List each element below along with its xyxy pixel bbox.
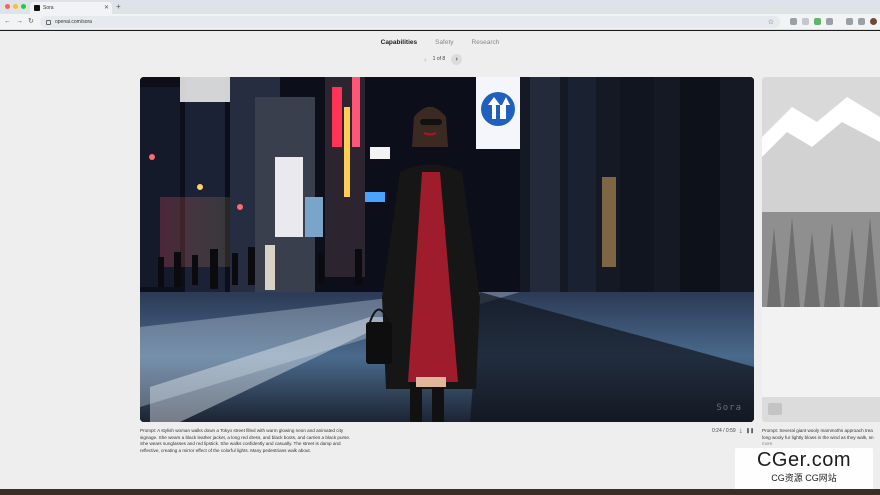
more-link[interactable]: more bbox=[762, 441, 880, 448]
bookmark-star-icon[interactable]: ☆ bbox=[768, 18, 774, 26]
maximize-window-icon[interactable] bbox=[21, 4, 26, 9]
sidebar-icon[interactable] bbox=[858, 18, 865, 25]
extensions-puzzle-icon[interactable] bbox=[826, 18, 833, 25]
video-controls: 0:24 / 0:59 ⤓ ❚❚ bbox=[712, 428, 754, 434]
browser-tab-sora[interactable]: Sora ✕ bbox=[30, 2, 112, 14]
next-video-button[interactable]: › bbox=[451, 53, 463, 65]
forward-icon[interactable]: → bbox=[16, 17, 23, 27]
site-info-icon[interactable] bbox=[46, 19, 51, 25]
mammoth-snow-scene bbox=[762, 77, 880, 422]
media-icon[interactable] bbox=[846, 18, 853, 25]
profile-avatar[interactable] bbox=[870, 18, 877, 25]
next-caption-line: long wooly fur lightly blows in the wind… bbox=[762, 434, 874, 440]
sora-watermark: Sora bbox=[716, 403, 742, 413]
next-caption-line: Prompt: Several giant wooly mammoths app… bbox=[762, 428, 873, 433]
back-icon[interactable]: ← bbox=[4, 17, 11, 27]
taskbar-strip bbox=[0, 489, 880, 495]
video-time: 0:24 / 0:59 bbox=[712, 428, 736, 434]
next-video-card[interactable] bbox=[762, 77, 880, 422]
download-icon[interactable]: ⤓ bbox=[740, 428, 742, 434]
tab-title: Sora bbox=[43, 5, 54, 11]
reload-icon[interactable]: ↻ bbox=[28, 17, 34, 27]
watermark-title: CGer.com bbox=[756, 449, 852, 471]
browser-toolbar: ← → ↻ openai.com/sora ☆ bbox=[0, 14, 880, 30]
new-tab-icon[interactable]: + bbox=[116, 2, 121, 12]
address-bar[interactable]: openai.com/sora ☆ bbox=[40, 16, 780, 28]
watermark-subtitle: CG资源 CG网站 bbox=[771, 473, 837, 483]
close-window-icon[interactable] bbox=[5, 4, 10, 9]
tab-research[interactable]: Research bbox=[470, 39, 502, 46]
extension-icon[interactable] bbox=[802, 18, 809, 25]
next-video-caption: Prompt: Several giant wooly mammoths app… bbox=[762, 428, 880, 448]
pause-icon[interactable]: ❚❚ bbox=[746, 428, 754, 434]
tab-capabilities[interactable]: Capabilities bbox=[379, 39, 419, 46]
extension-icon[interactable] bbox=[814, 18, 821, 25]
tokyo-street-scene bbox=[140, 77, 754, 422]
video-counter: 1 of 8 bbox=[432, 56, 446, 62]
video-player[interactable]: Sora bbox=[140, 77, 754, 422]
window-controls bbox=[5, 4, 26, 9]
extension-icon[interactable] bbox=[790, 18, 797, 25]
tab-safety[interactable]: Safety bbox=[433, 39, 455, 46]
browser-tab-bar: Sora ✕ + bbox=[0, 0, 880, 14]
video-pager: ‹ 1 of 8 › bbox=[424, 53, 463, 65]
url-text[interactable]: openai.com/sora bbox=[55, 19, 764, 25]
chevron-right-icon: › bbox=[455, 55, 458, 63]
chevron-left-icon[interactable]: ‹ bbox=[424, 55, 427, 64]
video-prompt-caption: Prompt: A stylish woman walks down a Tok… bbox=[140, 428, 351, 453]
openai-favicon-icon bbox=[34, 5, 40, 11]
cger-watermark: CGer.com CG资源 CG网站 bbox=[735, 448, 873, 490]
minimize-window-icon[interactable] bbox=[13, 4, 18, 9]
tab-close-icon[interactable]: ✕ bbox=[104, 5, 109, 11]
sora-page: Capabilities Safety Research ‹ 1 of 8 › bbox=[0, 31, 880, 489]
section-tabs: Capabilities Safety Research bbox=[0, 39, 880, 46]
